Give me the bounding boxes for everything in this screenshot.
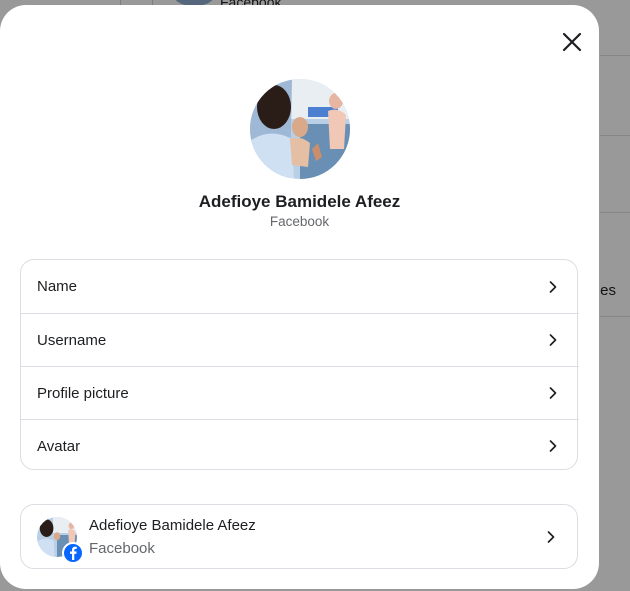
- close-button[interactable]: [557, 27, 587, 57]
- settings-item-label: Profile picture: [37, 384, 129, 402]
- facebook-icon: [62, 542, 84, 564]
- profile-avatar: [250, 79, 350, 179]
- background-row-divider: [600, 55, 630, 56]
- settings-item-name[interactable]: Name: [21, 260, 579, 313]
- settings-item-label: Name: [37, 278, 78, 295]
- settings-item-profile-picture[interactable]: Profile picture: [21, 366, 579, 419]
- chevron-right-icon: [547, 280, 559, 293]
- chevron-right-icon: [547, 334, 559, 346]
- profile-name: Adefioye Bamidele Afeez: [198, 192, 401, 211]
- profile-platform: Facebook: [269, 214, 330, 229]
- settings-item-username[interactable]: Username: [21, 313, 579, 366]
- settings-item-avatar[interactable]: Avatar: [21, 419, 579, 472]
- settings-item-label: Username: [37, 331, 107, 349]
- background-row-divider: [600, 212, 630, 213]
- chevron-right-icon: [547, 440, 559, 452]
- close-icon: [562, 32, 582, 52]
- background-row-divider: [600, 135, 630, 136]
- chevron-right-icon: [547, 387, 559, 399]
- linked-account-item[interactable]: Adefioye Bamidele Afeez Facebook: [20, 504, 578, 569]
- background-text-fragment: es: [600, 282, 616, 299]
- account-name: Adefioye Bamidele Afeez: [89, 517, 256, 534]
- profile-dialog: Adefioye Bamidele Afeez Facebook Name Us…: [0, 5, 599, 589]
- settings-item-label: Avatar: [37, 437, 81, 455]
- account-platform: Facebook: [89, 540, 155, 557]
- profile-settings-list: Name Username Profile picture Avatar: [20, 259, 579, 472]
- chevron-right-icon: [545, 530, 557, 543]
- background-row-divider: [600, 316, 630, 317]
